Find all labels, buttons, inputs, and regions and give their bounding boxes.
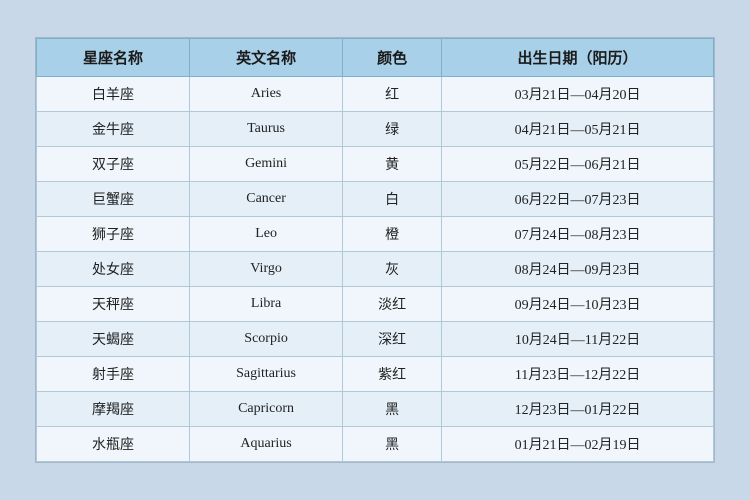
cell-english-name: Cancer	[190, 182, 343, 217]
cell-chinese-name: 处女座	[37, 252, 190, 287]
cell-english-name: Scorpio	[190, 322, 343, 357]
cell-dates: 05月22日—06月21日	[442, 147, 714, 182]
table-row: 射手座Sagittarius紫红11月23日—12月22日	[37, 357, 714, 392]
cell-color: 紫红	[343, 357, 442, 392]
cell-dates: 03月21日—04月20日	[442, 77, 714, 112]
table-row: 水瓶座Aquarius黑01月21日—02月19日	[37, 427, 714, 462]
cell-english-name: Virgo	[190, 252, 343, 287]
col-header-english: 英文名称	[190, 39, 343, 77]
cell-english-name: Libra	[190, 287, 343, 322]
cell-dates: 11月23日—12月22日	[442, 357, 714, 392]
cell-chinese-name: 天蝎座	[37, 322, 190, 357]
table-row: 巨蟹座Cancer白06月22日—07月23日	[37, 182, 714, 217]
table-header-row: 星座名称 英文名称 颜色 出生日期（阳历）	[37, 39, 714, 77]
cell-color: 黑	[343, 427, 442, 462]
cell-color: 淡红	[343, 287, 442, 322]
cell-dates: 01月21日—02月19日	[442, 427, 714, 462]
cell-chinese-name: 金牛座	[37, 112, 190, 147]
table-row: 天蝎座Scorpio深红10月24日—11月22日	[37, 322, 714, 357]
cell-color: 深红	[343, 322, 442, 357]
cell-color: 绿	[343, 112, 442, 147]
cell-dates: 06月22日—07月23日	[442, 182, 714, 217]
cell-english-name: Capricorn	[190, 392, 343, 427]
cell-chinese-name: 水瓶座	[37, 427, 190, 462]
table-row: 狮子座Leo橙07月24日—08月23日	[37, 217, 714, 252]
cell-chinese-name: 射手座	[37, 357, 190, 392]
cell-dates: 04月21日—05月21日	[442, 112, 714, 147]
cell-dates: 10月24日—11月22日	[442, 322, 714, 357]
cell-color: 白	[343, 182, 442, 217]
cell-english-name: Gemini	[190, 147, 343, 182]
cell-chinese-name: 双子座	[37, 147, 190, 182]
cell-chinese-name: 巨蟹座	[37, 182, 190, 217]
cell-chinese-name: 白羊座	[37, 77, 190, 112]
table-row: 双子座Gemini黄05月22日—06月21日	[37, 147, 714, 182]
cell-english-name: Aquarius	[190, 427, 343, 462]
cell-dates: 12月23日—01月22日	[442, 392, 714, 427]
cell-color: 灰	[343, 252, 442, 287]
cell-chinese-name: 天秤座	[37, 287, 190, 322]
cell-english-name: Aries	[190, 77, 343, 112]
cell-dates: 08月24日—09月23日	[442, 252, 714, 287]
cell-english-name: Leo	[190, 217, 343, 252]
col-header-color: 颜色	[343, 39, 442, 77]
table-row: 天秤座Libra淡红09月24日—10月23日	[37, 287, 714, 322]
col-header-chinese: 星座名称	[37, 39, 190, 77]
cell-color: 黑	[343, 392, 442, 427]
table-body: 白羊座Aries红03月21日—04月20日金牛座Taurus绿04月21日—0…	[37, 77, 714, 462]
cell-color: 橙	[343, 217, 442, 252]
cell-english-name: Taurus	[190, 112, 343, 147]
zodiac-table-container: 星座名称 英文名称 颜色 出生日期（阳历） 白羊座Aries红03月21日—04…	[35, 37, 715, 463]
cell-dates: 09月24日—10月23日	[442, 287, 714, 322]
cell-color: 黄	[343, 147, 442, 182]
cell-english-name: Sagittarius	[190, 357, 343, 392]
table-row: 摩羯座Capricorn黑12月23日—01月22日	[37, 392, 714, 427]
table-row: 白羊座Aries红03月21日—04月20日	[37, 77, 714, 112]
cell-dates: 07月24日—08月23日	[442, 217, 714, 252]
cell-color: 红	[343, 77, 442, 112]
col-header-dates: 出生日期（阳历）	[442, 39, 714, 77]
cell-chinese-name: 狮子座	[37, 217, 190, 252]
cell-chinese-name: 摩羯座	[37, 392, 190, 427]
zodiac-table: 星座名称 英文名称 颜色 出生日期（阳历） 白羊座Aries红03月21日—04…	[36, 38, 714, 462]
table-row: 处女座Virgo灰08月24日—09月23日	[37, 252, 714, 287]
table-row: 金牛座Taurus绿04月21日—05月21日	[37, 112, 714, 147]
